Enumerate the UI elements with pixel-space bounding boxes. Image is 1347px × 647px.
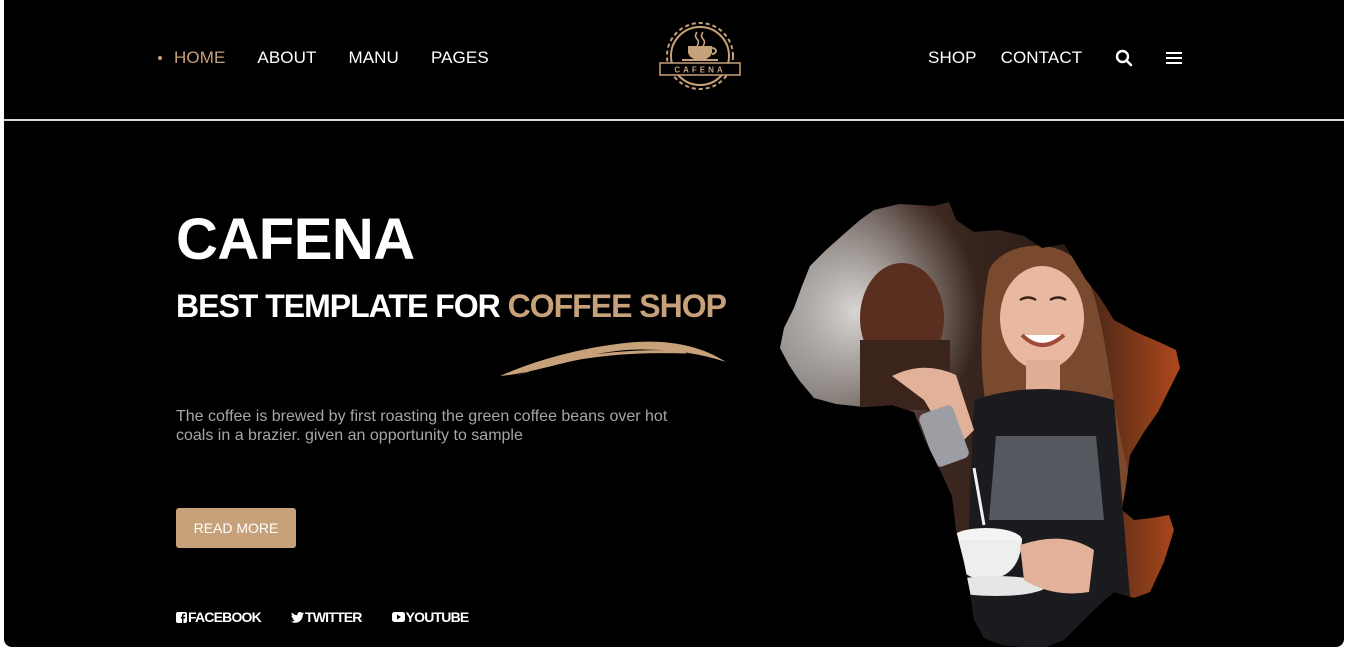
hero-subtitle-main: BEST TEMPLATE FOR	[176, 288, 508, 324]
search-icon[interactable]	[1114, 48, 1134, 68]
youtube-icon	[391, 612, 405, 622]
hero-subtitle: BEST TEMPLATE FOR COFFEE SHOP	[176, 288, 727, 325]
page-frame: HOME ABOUT MANU PAGES CAFENA SHOP CONTAC…	[4, 0, 1344, 647]
social-facebook-label: FACEBOOK	[188, 609, 262, 625]
primary-nav-left: HOME ABOUT MANU PAGES	[158, 48, 521, 68]
hero-subtitle-accent: COFFEE SHOP	[507, 288, 727, 324]
nav-about[interactable]: ABOUT	[257, 48, 316, 68]
brush-stroke-decoration	[500, 341, 726, 376]
logo-text: CAFENA	[674, 66, 725, 75]
active-indicator	[158, 56, 162, 60]
social-twitter[interactable]: TWITTER	[290, 609, 362, 625]
coffee-cup-icon: CAFENA	[659, 22, 741, 90]
hamburger-icon[interactable]	[1164, 48, 1184, 68]
facebook-icon	[176, 611, 187, 623]
site-header: HOME ABOUT MANU PAGES CAFENA SHOP CONTAC…	[4, 0, 1344, 119]
nav-shop[interactable]: SHOP	[928, 48, 977, 68]
nav-menu[interactable]: MANU	[348, 48, 398, 68]
header-divider	[4, 119, 1344, 121]
social-youtube-label: YOUTUBE	[405, 609, 470, 625]
social-youtube[interactable]: YOUTUBE	[391, 609, 470, 625]
twitter-icon	[290, 611, 304, 623]
barista-photo	[780, 202, 1180, 647]
social-links: FACEBOOK TWITTER YOUTUBE	[176, 609, 498, 625]
nav-home[interactable]: HOME	[158, 48, 225, 68]
social-twitter-label: TWITTER	[304, 609, 362, 625]
hero-title: CAFENA	[176, 207, 415, 272]
read-more-button[interactable]: READ MORE	[176, 508, 296, 548]
social-facebook[interactable]: FACEBOOK	[176, 609, 262, 625]
nav-pages[interactable]: PAGES	[431, 48, 489, 68]
nav-home-label: HOME	[174, 48, 226, 67]
cafena-logo[interactable]: CAFENA	[654, 18, 746, 98]
nav-contact[interactable]: CONTACT	[1001, 48, 1083, 68]
primary-nav-right: SHOP CONTACT	[928, 48, 1206, 68]
hero-description: The coffee is brewed by first roasting t…	[176, 408, 668, 444]
